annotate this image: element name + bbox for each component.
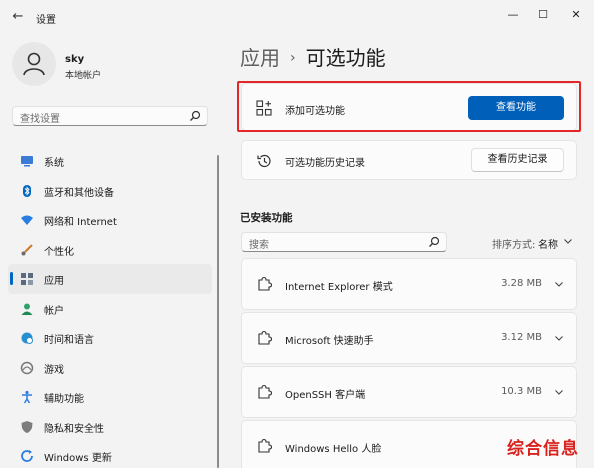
sidebar-item-label: 帐户: [44, 305, 64, 317]
sort-label: 排序方式:: [492, 240, 536, 251]
puzzle-icon: [258, 384, 272, 399]
sort-dropdown[interactable]: 名称: [538, 236, 558, 251]
sidebar-item-bluetooth[interactable]: 蓝牙和其他设备: [8, 176, 212, 206]
sidebar-item-label: 辅助功能: [44, 394, 84, 405]
user-name: sky: [65, 54, 85, 65]
breadcrumb-apps[interactable]: 应用: [240, 46, 280, 70]
apps-icon: [21, 273, 33, 285]
globe-clock-icon: [21, 332, 33, 344]
sidebar-item-label: Windows 更新: [44, 453, 112, 464]
chevron-down-icon[interactable]: [554, 333, 564, 343]
avatar[interactable]: [12, 42, 56, 86]
feature-history-card: 可选功能历史记录 查看历史记录: [241, 140, 577, 180]
sidebar-item-windows-update[interactable]: Windows 更新: [8, 441, 212, 468]
feature-name: Microsoft 快速助手: [285, 336, 374, 347]
sidebar-nav: 系统 蓝牙和其他设备 网络和 Internet 个性化 应用 帐户 时间和语言: [8, 146, 212, 468]
feature-size: 3.12 MB: [501, 332, 542, 343]
feature-name: Windows Hello 人脸: [285, 444, 382, 455]
sidebar-item-gaming[interactable]: 游戏: [8, 353, 212, 383]
puzzle-icon: [258, 276, 272, 291]
sidebar-item-label: 系统: [44, 158, 64, 169]
sidebar-item-label: 蓝牙和其他设备: [44, 187, 114, 199]
puzzle-icon: [258, 330, 272, 345]
watermark: 综合信息: [507, 439, 579, 459]
account-type: 本地帐户: [65, 71, 102, 81]
breadcrumb-current: 可选功能: [305, 46, 386, 70]
installed-search-input[interactable]: 搜索: [241, 232, 447, 252]
search-icon: [190, 110, 201, 121]
feature-item[interactable]: Internet Explorer 模式 3.28 MB: [241, 258, 577, 310]
sidebar-item-label: 时间和语言: [44, 335, 94, 346]
search-icon: [429, 236, 440, 247]
feature-name: Internet Explorer 模式: [285, 282, 393, 293]
chevron-down-icon[interactable]: [554, 279, 564, 289]
monitor-icon: [21, 156, 33, 167]
close-button[interactable]: ✕: [563, 4, 589, 26]
search-placeholder: 搜索: [249, 240, 269, 251]
history-label: 可选功能历史记录: [285, 158, 365, 169]
title-bar: ← 设置 — ☐ ✕: [0, 0, 594, 34]
sidebar-item-personalization[interactable]: 个性化: [8, 235, 212, 265]
minimize-button[interactable]: —: [500, 4, 526, 26]
sidebar-item-apps[interactable]: 应用: [8, 264, 212, 294]
page-title: 应用 › 可选功能: [240, 42, 386, 71]
feature-item[interactable]: OpenSSH 客户端 10.3 MB: [241, 366, 577, 418]
sidebar: sky 本地帐户 查找设置 系统 蓝牙和其他设备 网络和 Internet 个性…: [0, 34, 225, 468]
chevron-down-icon[interactable]: [554, 387, 564, 397]
sidebar-item-label: 应用: [44, 276, 64, 287]
update-icon: [21, 450, 33, 462]
history-icon: [257, 154, 271, 168]
sidebar-scrollbar[interactable]: [217, 155, 219, 468]
sidebar-item-label: 隐私和安全性: [44, 423, 104, 435]
back-arrow-icon[interactable]: ←: [8, 7, 28, 27]
account-icon: [21, 303, 33, 315]
bluetooth-icon: [23, 184, 31, 197]
brush-icon: [21, 243, 33, 255]
view-history-button[interactable]: 查看历史记录: [471, 148, 564, 172]
settings-search-input[interactable]: 查找设置: [12, 106, 208, 126]
maximize-button[interactable]: ☐: [530, 4, 556, 26]
puzzle-icon: [258, 438, 272, 453]
feature-item[interactable]: Microsoft 快速助手 3.12 MB: [241, 312, 577, 364]
search-placeholder: 查找设置: [20, 114, 60, 125]
installed-features-heading: 已安装功能: [240, 212, 293, 224]
sidebar-item-accounts[interactable]: 帐户: [8, 294, 212, 324]
breadcrumb-separator: ›: [290, 50, 296, 66]
sidebar-item-label: 游戏: [44, 364, 64, 376]
sidebar-item-time-language[interactable]: 时间和语言: [8, 323, 212, 353]
chevron-down-icon[interactable]: [563, 236, 573, 246]
sidebar-item-system[interactable]: 系统: [8, 146, 212, 176]
sidebar-item-accessibility[interactable]: 辅助功能: [8, 382, 212, 412]
window-title: 设置: [36, 15, 56, 26]
wifi-icon: [21, 215, 33, 225]
sidebar-item-label: 个性化: [44, 246, 74, 258]
highlight-annotation: [237, 81, 581, 132]
shield-icon: [21, 420, 33, 433]
feature-size: 3.28 MB: [501, 278, 542, 289]
accessibility-icon: [22, 390, 32, 404]
sidebar-item-privacy[interactable]: 隐私和安全性: [8, 412, 212, 442]
feature-size: 10.3 MB: [501, 386, 542, 397]
gamepad-icon: [20, 361, 34, 374]
active-indicator: [10, 272, 13, 285]
sidebar-item-label: 网络和 Internet: [44, 217, 117, 228]
sidebar-item-network[interactable]: 网络和 Internet: [8, 205, 212, 235]
feature-name: OpenSSH 客户端: [285, 390, 366, 401]
person-icon: [23, 52, 45, 76]
